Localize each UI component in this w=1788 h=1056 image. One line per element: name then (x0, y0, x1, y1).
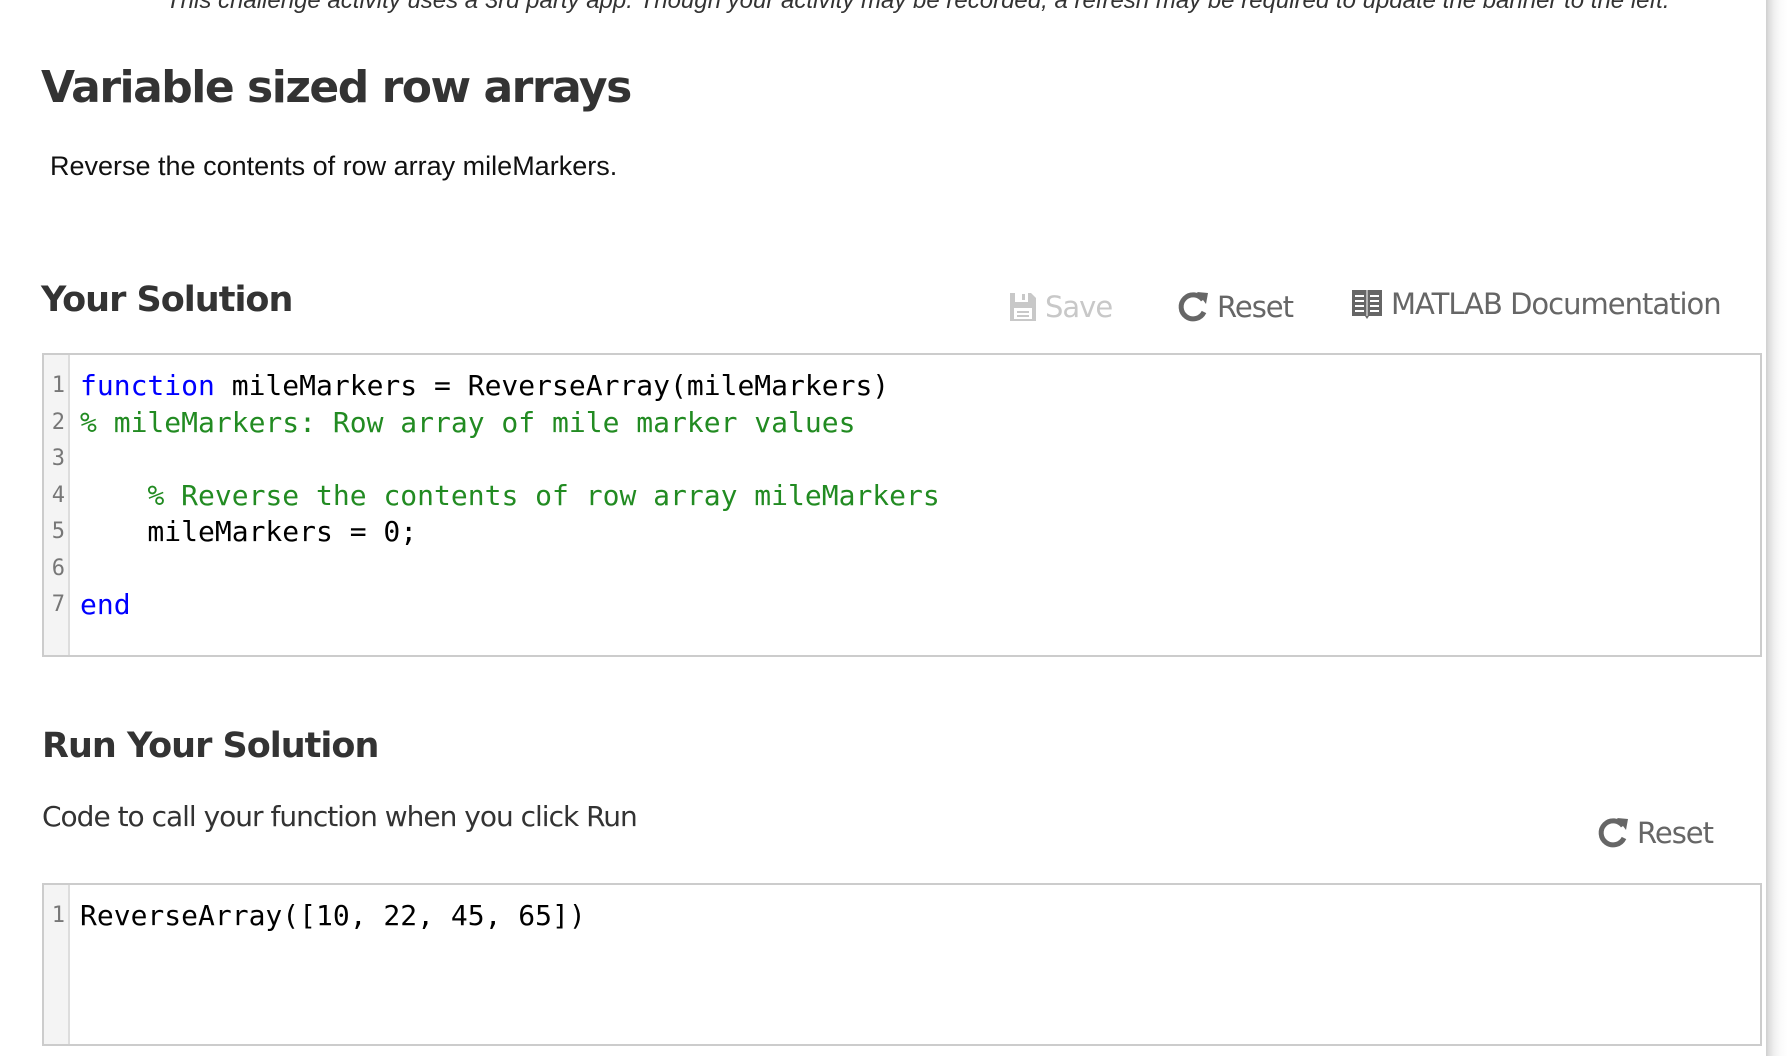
reset-label: Reset (1217, 290, 1294, 324)
line-number-gutter: 1 2 3 4 5 6 7 (44, 355, 70, 655)
code-text: ReverseArray([10, 22, 45, 65]) (80, 899, 586, 932)
code-keyword: function (80, 369, 215, 402)
code-comment: % mileMarkers: Row array of mile marker … (80, 405, 856, 439)
code-line[interactable]: % mileMarkers: Row array of mile marker … (80, 405, 1760, 442)
docs-label: MATLAB Documentation (1391, 287, 1722, 321)
line-number: 4 (51, 482, 65, 508)
refresh-icon (1177, 290, 1209, 324)
page-title: Variable sized row arrays (41, 62, 632, 113)
code-comment: % Reverse the contents of row array mile… (147, 478, 940, 512)
line-number: 1 (51, 373, 65, 398)
save-button[interactable]: Save (1009, 290, 1113, 324)
code-line[interactable]: ReverseArray([10, 22, 45, 65]) (80, 898, 1760, 935)
code-area[interactable]: ReverseArray([10, 22, 45, 65]) (70, 885, 1760, 1044)
solution-code-editor[interactable]: 1 2 3 4 5 6 7 function mileMarkers = ReverseAr… (42, 353, 1762, 657)
line-number: 7 (51, 592, 65, 617)
activity-banner-text: This challenge activity uses a 3rd party… (166, 0, 1670, 14)
reset-run-code-button[interactable]: Reset (1597, 816, 1714, 850)
your-solution-heading: Your Solution (41, 280, 293, 320)
book-icon (1351, 288, 1383, 320)
line-number: 6 (51, 555, 65, 581)
save-label: Save (1045, 290, 1113, 324)
run-description: Code to call your function when you clic… (42, 800, 638, 833)
line-number: 1 (51, 903, 65, 928)
reset-solution-button[interactable]: Reset (1177, 290, 1294, 324)
code-line[interactable]: end (80, 587, 1760, 624)
refresh-icon (1597, 816, 1629, 850)
line-number: 2 (51, 409, 65, 435)
line-number-gutter: 1 (44, 885, 70, 1044)
code-line[interactable] (80, 441, 1760, 478)
code-line[interactable]: % Reverse the contents of row array mile… (80, 478, 1760, 515)
code-area[interactable]: function mileMarkers = ReverseArray(mile… (70, 355, 1760, 655)
line-number: 5 (51, 519, 65, 544)
code-text: mileMarkers = ReverseArray(mileMarkers) (214, 369, 890, 402)
code-text: mileMarkers = 0; (80, 515, 418, 548)
instructions-text: Reverse the contents of row array mileMa… (50, 151, 618, 181)
reset-label: Reset (1637, 816, 1714, 850)
matlab-documentation-link[interactable]: MATLAB Documentation (1351, 287, 1722, 321)
panel-edge-shadow (1766, 0, 1788, 1056)
floppy-disk-icon (1009, 292, 1037, 322)
run-code-editor[interactable]: 1 ReverseArray([10, 22, 45, 65]) (42, 883, 1762, 1046)
code-line[interactable] (80, 551, 1760, 588)
line-number: 3 (51, 446, 65, 471)
code-line[interactable]: mileMarkers = 0; (80, 514, 1760, 551)
code-keyword: end (80, 588, 131, 621)
challenge-page: This challenge activity uses a 3rd party… (0, 0, 1766, 1056)
run-solution-heading: Run Your Solution (42, 726, 379, 766)
code-line[interactable]: function mileMarkers = ReverseArray(mile… (80, 368, 1760, 405)
